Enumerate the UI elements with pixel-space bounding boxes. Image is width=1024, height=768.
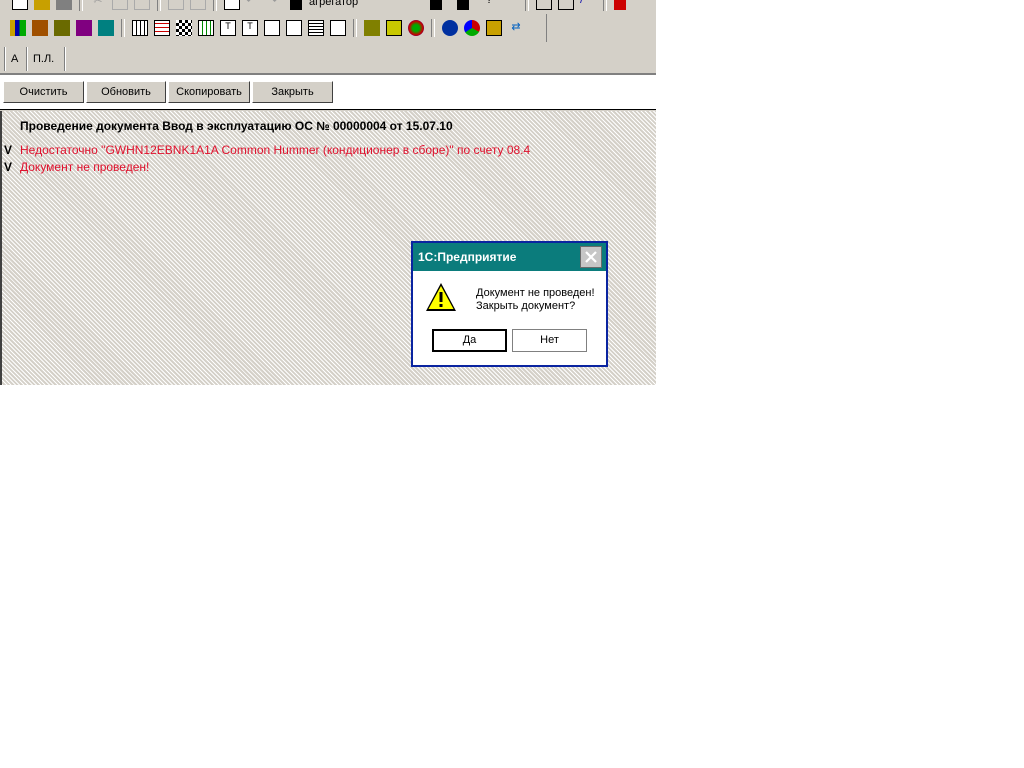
operations-icon[interactable] bbox=[32, 20, 48, 36]
calculator-icon[interactable] bbox=[536, 0, 553, 10]
report-icon[interactable] bbox=[264, 20, 280, 36]
print-icon[interactable] bbox=[190, 0, 206, 10]
log-entry-mark: V bbox=[4, 143, 13, 157]
table-icon[interactable] bbox=[154, 20, 170, 36]
tab-divider bbox=[4, 47, 6, 71]
dialog-title: 1С:Предприятие bbox=[418, 250, 517, 264]
journal-book-icon[interactable] bbox=[54, 20, 70, 36]
main-toolbar: ✂ ↶ ↷ агрегатор ? / bbox=[0, 0, 656, 11]
dialog-message: Документ не проведен! Закрыть документ? bbox=[476, 287, 595, 313]
redo-icon[interactable]: ↷ bbox=[268, 0, 284, 10]
refresh-button[interactable]: Обновить bbox=[86, 81, 166, 103]
print-preview-icon[interactable] bbox=[168, 0, 184, 10]
tab-a[interactable]: А bbox=[11, 49, 18, 69]
tab-pl[interactable]: П.Л. bbox=[33, 49, 54, 69]
save-icon[interactable] bbox=[56, 0, 72, 10]
dialog-message-line2: Закрыть документ? bbox=[476, 300, 576, 312]
toolbar-separator bbox=[121, 19, 125, 37]
text-icon[interactable]: T bbox=[242, 20, 258, 36]
binoculars-icon[interactable] bbox=[457, 0, 470, 10]
toolbar-separator bbox=[353, 19, 357, 37]
confirm-dialog: 1С:Предприятие Документ не проведен! Зак… bbox=[411, 241, 608, 367]
binoculars-icon[interactable] bbox=[290, 0, 302, 10]
toolbar-separator bbox=[157, 0, 161, 11]
close-icon bbox=[585, 251, 597, 263]
undo-icon[interactable]: ↶ bbox=[246, 0, 262, 10]
window-tabs: А П.Л. bbox=[0, 45, 656, 75]
secondary-toolbar: T T ⇄ bbox=[0, 14, 547, 42]
report-icon[interactable] bbox=[286, 20, 302, 36]
toolbar-separator bbox=[525, 0, 530, 11]
open-icon[interactable] bbox=[34, 0, 50, 10]
refresh-icon[interactable]: ⇄ bbox=[508, 20, 524, 36]
toolbar-separator bbox=[79, 0, 83, 11]
new-icon[interactable] bbox=[12, 0, 28, 10]
dialog-message-line1: Документ не проведен! bbox=[476, 287, 595, 299]
document-icon[interactable] bbox=[308, 20, 324, 36]
messages-icon[interactable] bbox=[486, 20, 502, 36]
tab-divider bbox=[64, 47, 66, 71]
chart-icon[interactable] bbox=[330, 20, 346, 36]
yes-button[interactable]: Да bbox=[432, 329, 507, 352]
log-entry-text: Недостаточно "GWHN12EBNK1A1A Common Humm… bbox=[20, 143, 531, 157]
monitor-icon[interactable] bbox=[386, 20, 402, 36]
toolbar-separator bbox=[431, 19, 435, 37]
warning-icon bbox=[426, 283, 456, 311]
no-button[interactable]: Нет bbox=[512, 329, 587, 352]
cut-icon[interactable]: ✂ bbox=[90, 0, 106, 10]
toolbar-separator bbox=[603, 0, 608, 11]
globe-icon[interactable] bbox=[408, 20, 424, 36]
clear-button[interactable]: Очистить bbox=[3, 81, 84, 103]
toolbar-separator bbox=[213, 0, 217, 11]
copy-icon[interactable] bbox=[112, 0, 128, 10]
tab-divider bbox=[26, 47, 28, 71]
tools-icon[interactable] bbox=[364, 20, 380, 36]
text-icon[interactable]: T bbox=[220, 20, 236, 36]
settings-icon[interactable] bbox=[464, 20, 480, 36]
magic-icon[interactable]: / bbox=[580, 0, 596, 10]
log-entry: V Документ не проведен! bbox=[4, 160, 149, 174]
search-combo-value[interactable]: агрегатор bbox=[309, 0, 358, 8]
paste-icon[interactable] bbox=[134, 0, 150, 10]
dialog-close-button[interactable] bbox=[580, 246, 602, 268]
dialog-title-bar[interactable]: 1С:Предприятие bbox=[413, 243, 606, 271]
arrows-icon[interactable] bbox=[442, 20, 458, 36]
checker-icon[interactable] bbox=[176, 20, 192, 36]
chart-of-accounts-icon[interactable] bbox=[10, 20, 26, 36]
close-button[interactable]: Закрыть bbox=[252, 81, 333, 103]
find-icon[interactable] bbox=[224, 0, 240, 10]
binoculars-icon[interactable] bbox=[430, 0, 443, 10]
journal-icon[interactable] bbox=[614, 0, 627, 10]
log-entry-mark: V bbox=[4, 160, 13, 174]
calendar-icon[interactable] bbox=[558, 0, 575, 10]
filter-icon[interactable] bbox=[98, 20, 114, 36]
log-entry: V Недостаточно "GWHN12EBNK1A1A Common Hum… bbox=[4, 143, 530, 157]
log-title: Проведение документа Ввод в эксплуатацию… bbox=[20, 119, 453, 133]
report-icon[interactable] bbox=[198, 20, 214, 36]
delete-marked-icon[interactable] bbox=[76, 20, 92, 36]
help-cursor-icon[interactable]: ? bbox=[486, 0, 502, 10]
table-icon[interactable] bbox=[132, 20, 148, 36]
message-window-toolbar: Очистить Обновить Скопировать Закрыть bbox=[0, 75, 656, 110]
copy-button[interactable]: Скопировать bbox=[168, 81, 250, 103]
log-entry-text: Документ не проведен! bbox=[20, 160, 150, 174]
